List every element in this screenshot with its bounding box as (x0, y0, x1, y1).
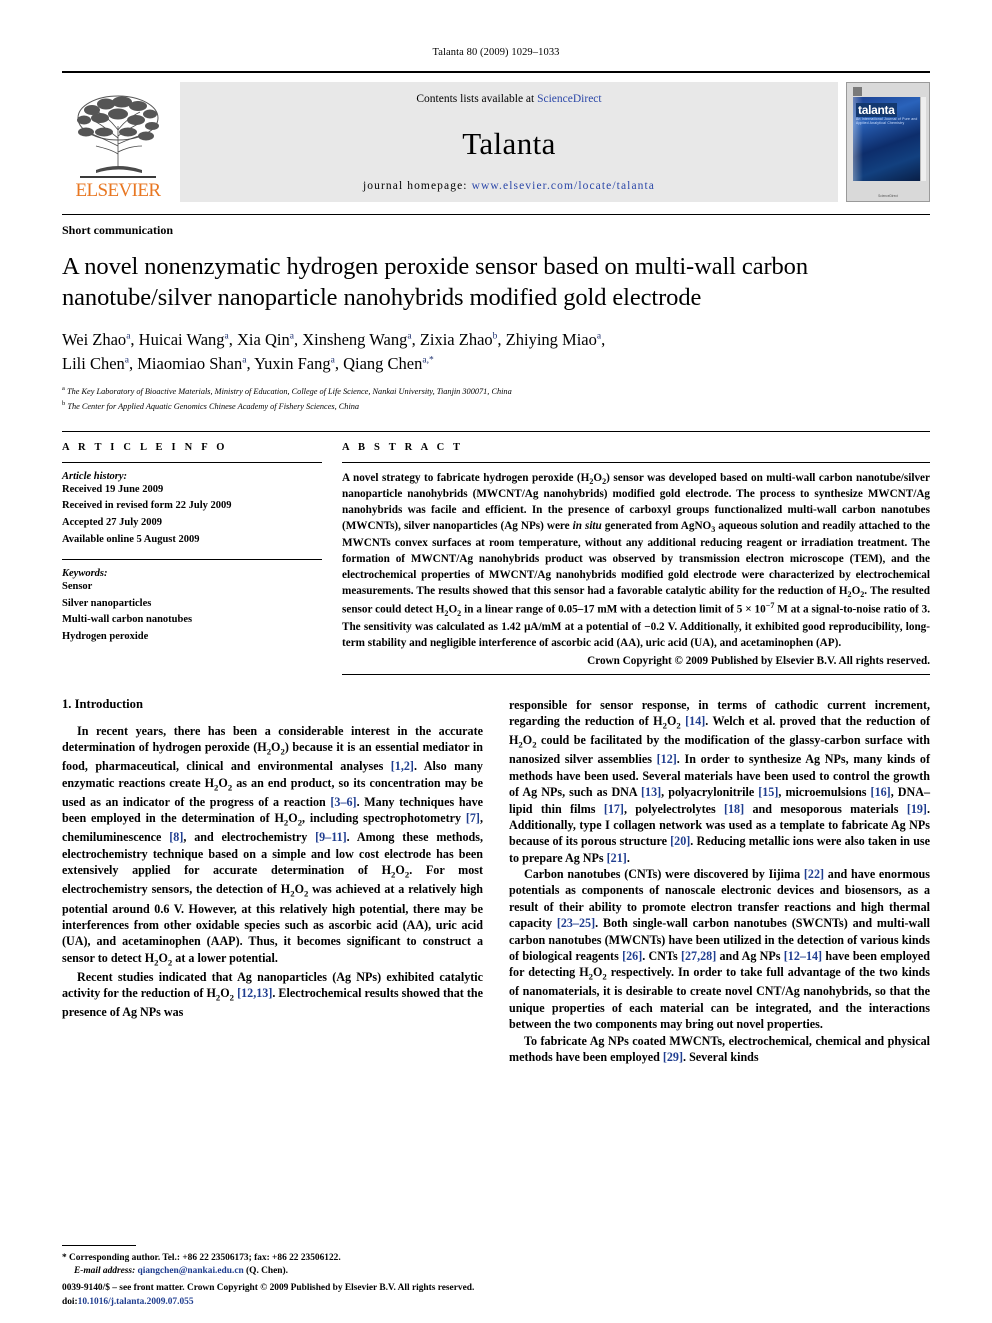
issn-copyright-block: 0039-9140/$ – see front matter. Crown Co… (62, 1281, 942, 1309)
author-line-2: Lili Chena, Miaomiao Shana, Yuxin Fanga,… (62, 353, 434, 373)
cover-subtitle: An International Journal of Pure and App… (856, 117, 918, 125)
article-info-column: A R T I C L E I N F O Article history: R… (62, 442, 340, 675)
email-label: E-mail address: (74, 1266, 136, 1277)
doi-label: doi: (62, 1296, 78, 1307)
keywords-label: Keywords: (62, 568, 108, 580)
footnote-marker: * (62, 1252, 67, 1263)
intro-paragraph-1: In recent years, there has been a consid… (62, 723, 484, 968)
issn-line: 0039-9140/$ – see front matter. Crown Co… (62, 1282, 475, 1293)
history-item: Accepted 27 July 2009 (62, 516, 163, 528)
doi-line: doi:10.1016/j.talanta.2009.07.055 (62, 1295, 942, 1309)
sciencedirect-link[interactable]: ScienceDirect (537, 93, 602, 105)
footnote-rule (62, 1244, 136, 1246)
section-heading-introduction: 1. Introduction (62, 696, 143, 711)
journal-cover-thumbnail: ELS talanta An International Journal of … (846, 82, 930, 202)
author-list: Wei Zhaoa, Huicai Wanga, Xia Qina, Xinsh… (62, 328, 930, 376)
keyword-item: Multi-wall carbon nanotubes (62, 614, 193, 626)
body-column-right: responsible for sensor response, in term… (509, 697, 930, 1066)
elsevier-logo: ELSEVIER (62, 82, 174, 202)
body-column-left: 1. Introduction In recent years, there h… (62, 697, 483, 1066)
cover-spine (920, 97, 926, 181)
elsevier-wordmark: ELSEVIER (75, 180, 162, 201)
intro-paragraph-2: Recent studies indicated that Ag nanopar… (62, 969, 483, 1020)
page-title: A novel nonenzymatic hydrogen peroxide s… (62, 253, 808, 312)
homepage-label: journal homepage: (362, 180, 468, 192)
journal-homepage-line: journal homepage: www.elsevier.com/locat… (363, 180, 655, 192)
abstract-text: A novel strategy to fabricate hydrogen p… (342, 471, 930, 649)
affiliation-a: a The Key Laboratory of Bioactive Materi… (62, 384, 512, 396)
doi-link[interactable]: 10.1016/j.talanta.2009.07.055 (78, 1297, 194, 1307)
article-type: Short communication (62, 214, 930, 238)
article-history-label: Article history: (62, 470, 128, 482)
footnote-corresponding-text: Corresponding author. Tel.: +86 22 23506… (69, 1252, 341, 1263)
contents-prefix: Contents lists available at (416, 93, 538, 105)
article-info-heading: A R T I C L E I N F O (62, 441, 228, 453)
keyword-item: Hydrogen peroxide (62, 630, 149, 642)
journal-title: Talanta (462, 126, 556, 161)
running-head: Talanta 80 (2009) 1029–1033 (432, 47, 560, 58)
journal-band: Contents lists available at ScienceDirec… (180, 82, 838, 202)
journal-homepage-link[interactable]: www.elsevier.com/locate/talanta (472, 180, 655, 192)
footnote-line-1: * Corresponding author. Tel.: +86 22 235… (62, 1252, 487, 1266)
keyword-item: Sensor (62, 581, 93, 593)
elsevier-tree-icon (77, 95, 159, 178)
body-columns: 1. Introduction In recent years, there h… (62, 697, 930, 1066)
info-abstract-block: A R T I C L E I N F O Article history: R… (62, 430, 930, 675)
email-owner: (Q. Chen). (243, 1266, 288, 1277)
affiliation-b: b The Center for Applied Aquatic Genomic… (62, 400, 360, 411)
cover-logo-mark (853, 87, 862, 96)
contents-available-line: Contents lists available at ScienceDirec… (416, 93, 601, 105)
paper-page: Talanta 80 (2009) 1029–1033 ELSEVIER Con… (0, 0, 992, 1323)
history-item: Available online 5 August 2009 (62, 533, 200, 545)
keyword-item: Silver nanoparticles (62, 597, 152, 609)
intro-paragraph-3: responsible for sensor response, in term… (509, 697, 931, 865)
intro-paragraph-5: To fabricate Ag NPs coated MWCNTs, elect… (509, 1033, 930, 1064)
footnote-line-2: E-mail address: qiangchen@nankai.edu.cn … (62, 1265, 487, 1279)
journal-masthead: ELSEVIER Contents lists available at Sci… (62, 71, 930, 202)
article-history-list: Received 19 June 2009 Received in revise… (62, 482, 322, 548)
author-line-1: Wei Zhaoa, Huicai Wanga, Xia Qina, Xinsh… (62, 329, 606, 349)
cover-title: talanta (856, 103, 897, 117)
corresponding-email-link[interactable]: qiangchen@nankai.edu.cn (138, 1266, 244, 1276)
intro-paragraph-4: Carbon nanotubes (CNTs) were discovered … (509, 867, 931, 1032)
history-item: Received 19 June 2009 (62, 483, 164, 495)
cover-footer: ScienceDirect (878, 193, 898, 198)
abstract-column: A B S T R A C T A novel strategy to fabr… (340, 442, 930, 675)
corresponding-author-footnote: * Corresponding author. Tel.: +86 22 235… (62, 1244, 487, 1279)
history-item: Received in revised form 22 July 2009 (62, 500, 232, 512)
abstract-heading: A B S T R A C T (342, 441, 464, 453)
divider (62, 559, 322, 561)
abstract-copyright: Crown Copyright © 2009 Published by Else… (587, 654, 930, 667)
divider (342, 461, 930, 463)
divider (342, 673, 930, 675)
divider (62, 461, 322, 463)
keywords-list: Sensor Silver nanoparticles Multi-wall c… (62, 579, 322, 645)
